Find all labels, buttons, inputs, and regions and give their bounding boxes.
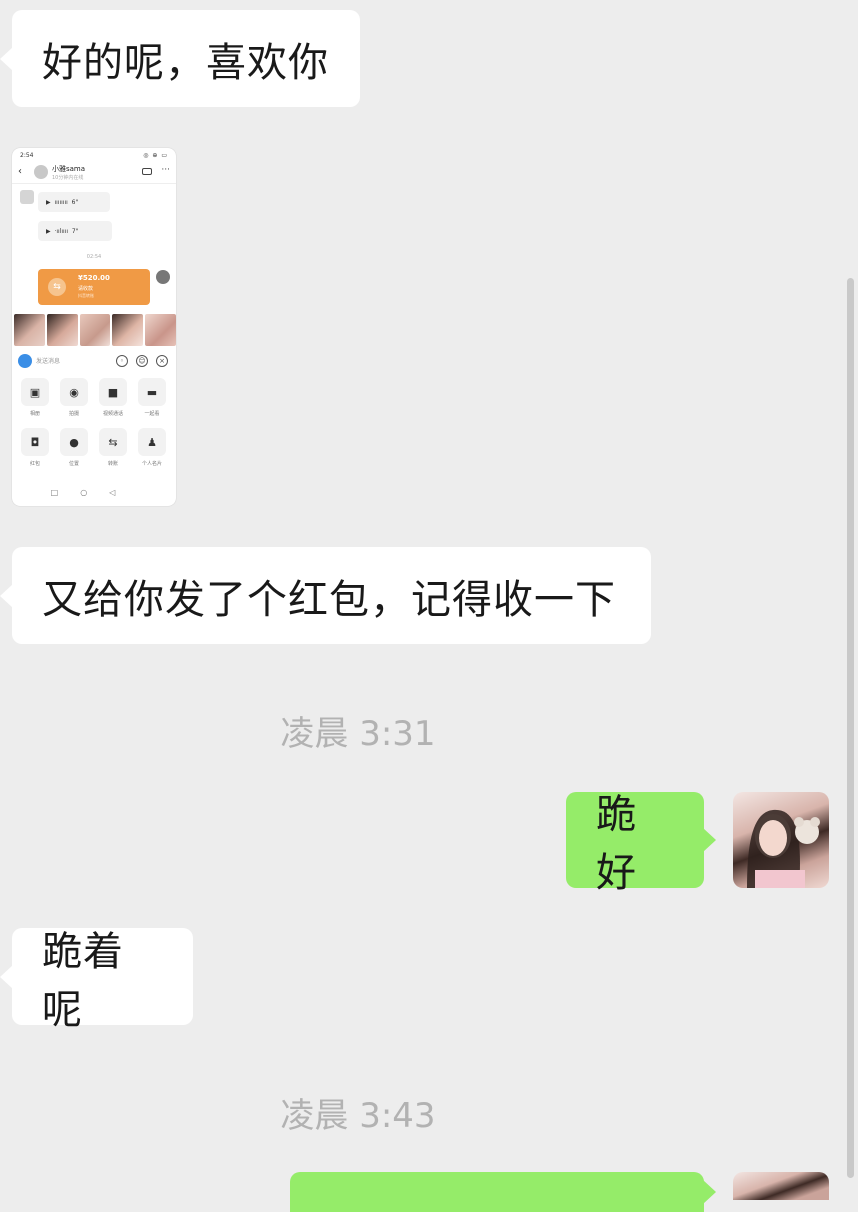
tool-label: 转账 — [107, 461, 118, 467]
video-camera-icon — [142, 168, 152, 175]
tool-label: 视频通话 — [102, 411, 123, 417]
tool-label: 红包 — [29, 461, 40, 467]
message-input-bar: 发送消息 ◦ ☺ × — [12, 350, 176, 372]
photo-thumbnail — [112, 314, 144, 346]
status-time: 2:54 — [20, 152, 34, 159]
photo-thumbnail — [79, 314, 111, 346]
close-icon: × — [156, 355, 168, 367]
user-avatar[interactable] — [733, 792, 829, 888]
voice-input-icon — [18, 354, 32, 368]
status-icons: ◎ ⊕ ▭ — [143, 152, 168, 159]
voice-message: ▶ ıııııııı 6" — [38, 192, 110, 212]
tool-video-call: ■ 视频通话 — [98, 378, 128, 417]
tool-red-packet: ◘ 红包 — [20, 428, 50, 467]
status-bar: 2:54 ◎ ⊕ ▭ — [12, 148, 176, 162]
transfer-icon: ⇆ — [99, 428, 127, 456]
tool-label: 位置 — [68, 461, 79, 467]
home-icon: ○ — [80, 488, 110, 497]
transfer-amount: ¥520.00 — [78, 274, 110, 282]
tool-label: 个人名片 — [141, 461, 162, 467]
back-icon: ◁ — [109, 488, 138, 497]
transfer-label: 请收款 — [78, 286, 94, 292]
location-icon: ● — [60, 428, 88, 456]
transfer-card: ⇆ ¥520.00 请收款 抖音转账 — [38, 269, 150, 305]
incoming-message[interactable]: 又给你发了个红包，记得收一下 — [0, 547, 651, 644]
system-nav-bar: □○◁ — [12, 488, 176, 497]
incoming-message[interactable]: 好的呢，喜欢你 — [0, 10, 360, 107]
tool-label: 一起看 — [144, 411, 160, 417]
avatar — [20, 190, 34, 204]
tool-album: ▣ 相册 — [20, 378, 50, 417]
contact-name: 小雅sama — [52, 165, 86, 173]
photo-thumbnail — [14, 314, 45, 346]
photo-thumbnail — [46, 314, 78, 346]
video-icon: ■ — [99, 378, 127, 406]
message-text: 好的呢，喜欢你 — [42, 39, 329, 86]
message-text: 跪着呢 — [42, 928, 124, 1033]
photo-strip — [14, 314, 176, 346]
chat-timestamp: 凌晨 3:43 — [280, 1096, 436, 1136]
more-icon: ··· — [161, 165, 170, 175]
message-text: 跪好 — [596, 792, 637, 896]
tool-label: 相册 — [29, 411, 40, 417]
waveform-icon: ıııııııı — [54, 198, 68, 206]
tool-camera: ◉ 拍摄 — [59, 378, 89, 417]
outgoing-message[interactable]: 跪好 — [566, 792, 716, 896]
avatar — [156, 270, 170, 284]
tool-contact-card: ♟ 个人名片 — [137, 428, 167, 467]
sofa-icon: ▬ — [138, 378, 166, 406]
recent-apps-icon: □ — [50, 488, 81, 497]
voice-duration: 6" — [71, 198, 79, 206]
input-placeholder: 发送消息 — [36, 358, 61, 365]
tool-location: ● 位置 — [59, 428, 89, 467]
message-text: 又给你发了个红包，记得收一下 — [42, 576, 616, 623]
play-icon: ▶ — [46, 227, 51, 235]
incoming-image-message[interactable]: 2:54 ◎ ⊕ ▭ ‹ 小雅sama 10分钟内在线 ··· ▶ ıııııı… — [12, 148, 176, 506]
envelope-icon: ◘ — [21, 428, 49, 456]
waveform-icon: ·ıılıııı — [54, 227, 69, 235]
chat-timestamp: 02:54 — [86, 254, 102, 260]
photo-thumbnail — [145, 314, 176, 346]
voice-message: ▶ ·ıılıııı 7" — [38, 221, 112, 241]
emoji-icon: ☺ — [136, 355, 148, 367]
tool-label: 拍摄 — [68, 411, 79, 417]
person-icon: ♟ — [138, 428, 166, 456]
voice-wave-icon: ◦ — [116, 355, 128, 367]
tool-watch-together: ▬ 一起看 — [137, 378, 167, 417]
outgoing-message[interactable] — [290, 1172, 716, 1212]
chat-timestamp: 凌晨 3:31 — [280, 714, 436, 754]
camera-icon: ◉ — [60, 378, 88, 406]
tool-transfer: ⇆ 转账 — [98, 428, 128, 467]
contact-status: 10分钟内在线 — [52, 175, 84, 181]
incoming-message[interactable]: 跪着呢 — [0, 928, 193, 1033]
back-arrow-icon: ‹ — [18, 166, 22, 177]
picture-icon: ▣ — [21, 378, 49, 406]
scrollbar[interactable] — [847, 278, 854, 1178]
transfer-note: 抖音转账 — [78, 293, 94, 298]
voice-duration: 7" — [71, 227, 79, 235]
chat-header: ‹ 小雅sama 10分钟内在线 ··· — [12, 162, 176, 184]
user-avatar[interactable] — [733, 1172, 829, 1200]
avatar-image — [747, 809, 820, 888]
avatar — [34, 165, 48, 179]
play-icon: ▶ — [46, 198, 51, 206]
transfer-icon: ⇆ — [48, 278, 66, 296]
